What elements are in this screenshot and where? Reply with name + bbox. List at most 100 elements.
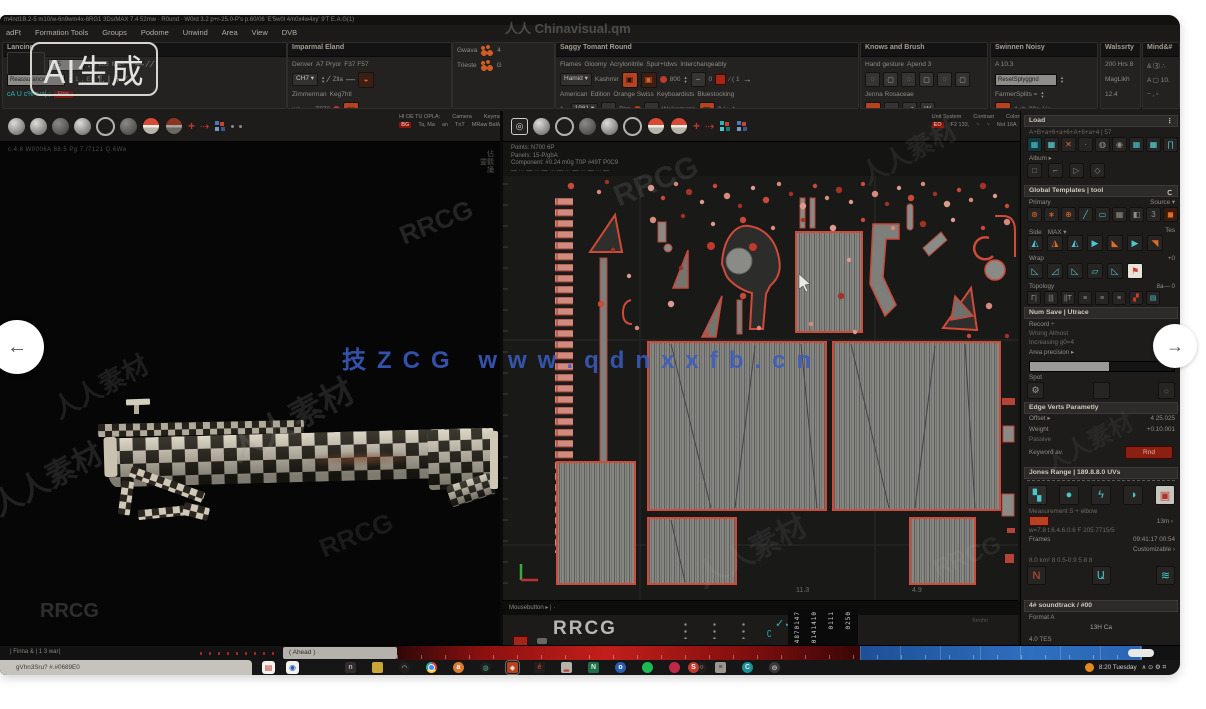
sidebar-icon[interactable]: ◭ [1067, 235, 1083, 251]
sphere-dim-icon[interactable] [120, 118, 137, 135]
toolbar-button[interactable]: ◌ [937, 72, 952, 87]
sidebar-icon[interactable]: ▦ [1112, 207, 1127, 222]
toolbar-button[interactable]: ▢ [955, 72, 970, 87]
sphere-icon[interactable] [8, 118, 25, 135]
uv-island-rect[interactable] [557, 462, 635, 584]
sidebar-icon[interactable]: ◇ [1090, 163, 1105, 178]
uv-island-rect[interactable] [910, 518, 975, 584]
paw-icon[interactable] [480, 45, 494, 57]
ring-icon[interactable] [96, 117, 115, 136]
cluster-teal-icon[interactable] [719, 120, 731, 132]
red-dot-icon[interactable] [634, 106, 641, 109]
menu-item[interactable]: Unwind [183, 28, 208, 37]
sidebar-icon[interactable]: ◭ [1027, 235, 1043, 251]
sidebar-icon[interactable]: ◿ [1047, 263, 1063, 279]
red-dot-icon[interactable] [660, 76, 667, 83]
sidebar-icon[interactable]: Γ| [1027, 291, 1041, 305]
uv-island-circle[interactable] [985, 260, 1005, 280]
taskbar-left-area[interactable]: gVhn3Sru? #.#0689E0 [0, 660, 252, 675]
taskbar-system-tray[interactable]: 8:20 Tuesday ∧ ⊙ ⚙ ⌗ [1085, 660, 1166, 675]
uv-island-rect[interactable] [648, 518, 736, 584]
toolbar-button[interactable]: ▢ [883, 72, 898, 87]
sphere-icon[interactable] [74, 118, 91, 135]
sidebar-icon[interactable]: ◺ [1027, 263, 1043, 279]
dasharrow-icon[interactable]: ⇢ [200, 120, 209, 133]
sidebar-icon[interactable]: ◮ [1047, 235, 1063, 251]
sidebar-icon[interactable]: ◥ [1147, 235, 1163, 251]
sidebar-icon[interactable]: ▦ [1027, 137, 1042, 152]
taskbar-app-icon[interactable]: ▂ [561, 662, 572, 673]
taskbar-app-icon[interactable]: ◍ [480, 662, 491, 673]
sidebar-icon[interactable]: ▞ [1129, 291, 1143, 305]
toolbar-button[interactable]: ◌ [901, 72, 916, 87]
taskbar-app-icon[interactable]: o [615, 662, 626, 673]
sidebar-section-header[interactable]: Num Save | Utrace [1024, 307, 1178, 319]
taskbar-pinned-icon[interactable]: ◉ [286, 661, 299, 674]
sidebar-icon[interactable]: ◺ [1107, 263, 1123, 279]
sidebar-icon[interactable]: ╱ [1078, 207, 1093, 222]
viewport-uv-editor[interactable]: ◎+⇢ Unit SystemContrastColorsEOF2 133,~~… [503, 111, 1018, 645]
taskbar-app-icon[interactable]: ◆ [507, 662, 518, 673]
menu-item[interactable]: DVB [282, 28, 297, 37]
uv-island-wedge[interactable] [702, 296, 722, 337]
sidebar-icon[interactable]: ● [1059, 485, 1079, 505]
uv-island-bar[interactable] [658, 222, 666, 242]
sq-spiral-icon[interactable]: ◎ [511, 118, 528, 135]
taskbar-app-icon[interactable]: a [453, 662, 464, 673]
sidebar-icon[interactable]: ◑ [1123, 485, 1143, 505]
uv-island-triangle[interactable] [590, 215, 622, 252]
toolbar-button[interactable]: ‒ [691, 72, 706, 87]
toolbar-dropdown[interactable]: CH7 ▾ [292, 73, 318, 86]
sidebar-icon[interactable]: ≡ [1095, 291, 1109, 305]
timeline-bar[interactable]: | Finna & | 1 3 war| ( Ahead ) · [0, 645, 1180, 661]
ring-icon[interactable] [623, 117, 642, 136]
sidebar-icon[interactable]: ◼ [1163, 207, 1178, 222]
taskbar-app-icon[interactable]: S [688, 662, 699, 673]
sidebar-icon[interactable]: ▦ [1129, 137, 1144, 152]
sidebar-section-header[interactable]: 4# soundtrack / #00 [1024, 600, 1178, 612]
sidebar-icon[interactable]: ◉ [1112, 137, 1127, 152]
sidebar-icon[interactable]: ▷ [1069, 163, 1084, 178]
ring-icon[interactable] [555, 117, 574, 136]
sidebar-section-header[interactable]: Jones Range | 189.8.8.0 UVs [1024, 467, 1178, 479]
sidebar-icon[interactable]: ||| [1044, 291, 1058, 305]
pokeball-icon[interactable] [142, 117, 160, 135]
taskbar-app-icon[interactable]: ◠ [399, 662, 410, 673]
uv-island-keyhole[interactable] [722, 226, 780, 329]
sidebar-icon[interactable]: □ [1027, 163, 1042, 178]
toolbar-button[interactable]: ◌ [865, 72, 880, 87]
sidebar-icon[interactable]: ○ [1158, 382, 1175, 399]
menu-item[interactable]: View [252, 28, 268, 37]
next-image-button[interactable]: → [1153, 324, 1197, 368]
sidebar-icon[interactable]: ϟ [1091, 485, 1111, 505]
sidebar-icon[interactable]: ▦ [1146, 137, 1161, 152]
dasharrow-icon[interactable]: ⇢ [705, 120, 714, 133]
sidebar-icon[interactable]: ◣ [1107, 235, 1123, 251]
sidebar-icon[interactable]: ▤ [1146, 291, 1160, 305]
taskbar-app-icon[interactable]: ≡ [715, 662, 726, 673]
sidebar-icon[interactable]: ||T [1061, 291, 1075, 305]
menu-item[interactable]: Formation Tools [35, 28, 88, 37]
pokeball-icon[interactable] [647, 117, 665, 135]
sidebar-icon[interactable]: ◍ [1095, 137, 1110, 152]
menu-item[interactable]: adFt [6, 28, 21, 37]
menu-item[interactable]: Area [222, 28, 238, 37]
taskbar-app-icon[interactable] [669, 662, 680, 673]
sidebar-icon[interactable]: ◧ [1129, 207, 1144, 222]
timeline-ahead-box[interactable]: ( Ahead ) · [283, 647, 397, 659]
sidebar-section-header[interactable]: Global Templates | toolＣ [1024, 185, 1178, 197]
uv-canvas[interactable]: 11.34.9 [503, 176, 1018, 600]
spinner-control[interactable]: ▲▼ [1040, 91, 1044, 99]
red-square-icon[interactable] [715, 74, 726, 85]
toolbar-orange-button[interactable]: ▣ [622, 72, 638, 88]
sidebar-icon[interactable] [1093, 382, 1110, 399]
sidebar-icon[interactable]: ≡ [1078, 291, 1092, 305]
menu-item[interactable]: Podome [141, 28, 169, 37]
sidebar-icon[interactable]: ▣ [1155, 485, 1175, 505]
sidebar-icon[interactable]: ⌐ [1048, 163, 1063, 178]
sidebar-icon[interactable]: Ν [1027, 566, 1046, 585]
toolbar-orange-button[interactable]: ● [865, 102, 881, 110]
sidebar-icon[interactable]: ▦ [1044, 137, 1059, 152]
menu-item[interactable]: Groups [102, 28, 127, 37]
taskbar-app-icon[interactable]: é [534, 662, 545, 673]
